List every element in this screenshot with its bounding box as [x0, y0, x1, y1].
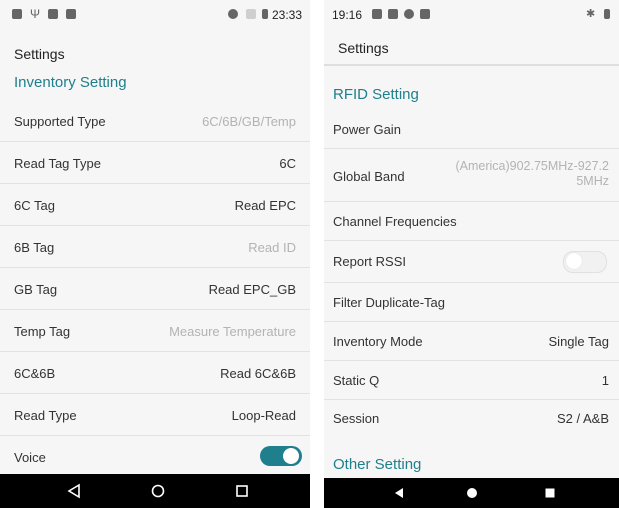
row-label: Session — [333, 411, 380, 426]
home-button[interactable] — [452, 478, 492, 508]
battery-icon — [262, 9, 268, 19]
row-label: Channel Frequencies — [333, 214, 457, 229]
status-time: 19:16 — [332, 8, 363, 22]
row-power-gain[interactable]: Power Gain — [324, 110, 619, 149]
divider — [324, 65, 619, 66]
row-supported-type[interactable]: Supported Type 6C/6B/GB/Temp — [0, 100, 310, 142]
recents-button[interactable] — [530, 478, 570, 508]
back-icon — [67, 483, 80, 499]
row-value: Read ID — [248, 240, 296, 255]
section-rfid-setting: RFID Setting — [333, 86, 419, 103]
report-rssi-toggle[interactable] — [563, 251, 607, 273]
row-label: Voice — [14, 450, 46, 465]
back-button[interactable] — [54, 474, 94, 508]
row-temp-tag[interactable]: Temp Tag Measure Temperature — [0, 310, 310, 352]
row-label: Read Tag Type — [14, 156, 101, 171]
status-time: 23:33 — [272, 8, 303, 22]
recents-icon — [236, 485, 248, 497]
row-6c-6b[interactable]: 6C&6B Read 6C&6B — [0, 352, 310, 394]
row-read-tag-type[interactable]: Read Tag Type 6C — [0, 142, 310, 184]
row-value: Single Tag — [548, 334, 609, 349]
row-label: Filter Duplicate-Tag — [333, 295, 445, 310]
nav-bar — [0, 474, 310, 508]
row-channel-frequencies[interactable]: Channel Frequencies — [324, 202, 619, 241]
left-screen: Ψ 23:33 Settings Inventory Setting Suppo… — [0, 0, 310, 508]
page-title: Settings — [338, 40, 389, 56]
row-value: Loop-Read — [231, 408, 296, 423]
home-icon — [467, 488, 477, 498]
row-label: Power Gain — [333, 122, 401, 137]
row-inventory-mode[interactable]: Inventory Mode Single Tag — [324, 322, 619, 361]
row-label: 6C&6B — [14, 366, 56, 381]
row-gb-tag[interactable]: GB Tag Read EPC_GB — [0, 268, 310, 310]
row-label: 6C Tag — [14, 198, 55, 213]
row-value: (America)902.75MHz-927.2 5MHz — [455, 159, 609, 188]
row-value: Read EPC_GB — [208, 282, 296, 297]
right-screen: 19:16 ✱ Settings RFID Setting Power Gain… — [324, 0, 619, 508]
row-voice: Voice — [0, 436, 310, 474]
row-value: 6C — [279, 156, 296, 171]
status-bar: 19:16 ✱ — [324, 0, 619, 30]
row-6b-tag[interactable]: 6B Tag Read ID — [0, 226, 310, 268]
usb-icon: Ψ — [30, 7, 41, 21]
row-label: Report RSSI — [333, 254, 406, 269]
image-icon — [372, 9, 382, 19]
row-label: Read Type — [14, 408, 77, 423]
row-read-type[interactable]: Read Type Loop-Read — [0, 394, 310, 436]
sync-icon — [404, 9, 414, 19]
back-icon — [395, 488, 403, 498]
voice-toggle[interactable] — [260, 446, 302, 466]
back-button[interactable] — [379, 478, 419, 508]
dnd-icon — [228, 9, 238, 19]
notification-icon — [420, 9, 430, 19]
row-label: GB Tag — [14, 282, 58, 297]
section-other-setting: Other Setting — [333, 456, 422, 473]
row-value: Read 6C&6B — [220, 366, 296, 381]
row-6c-tag[interactable]: 6C Tag Read EPC — [0, 184, 310, 226]
image-icon — [12, 9, 22, 19]
recents-button[interactable] — [222, 474, 262, 508]
row-label: Temp Tag — [14, 324, 71, 339]
row-report-rssi: Report RSSI — [324, 241, 619, 283]
home-button[interactable] — [138, 474, 178, 508]
row-value: 1 — [601, 373, 609, 388]
recents-icon — [545, 488, 555, 498]
row-session[interactable]: Session S2 / A&B — [324, 400, 619, 438]
lock-icon — [48, 9, 58, 19]
no-signal-icon — [246, 9, 256, 19]
app-bar: Settings — [0, 38, 310, 70]
app-bar: Settings — [324, 32, 619, 65]
row-filter-duplicate-tag[interactable]: Filter Duplicate-Tag — [324, 283, 619, 322]
android-icon — [66, 9, 76, 19]
page-title: Settings — [14, 46, 65, 62]
row-value: 6C/6B/GB/Temp — [202, 114, 296, 129]
home-icon — [151, 484, 165, 498]
row-value: Measure Temperature — [169, 324, 296, 339]
section-inventory-setting: Inventory Setting — [14, 74, 127, 91]
row-label: 6B Tag — [14, 240, 55, 255]
row-label: Inventory Mode — [333, 334, 423, 349]
bluetooth-icon: ✱ — [586, 8, 596, 20]
row-label: Supported Type — [14, 114, 106, 129]
row-label: Static Q — [333, 373, 380, 388]
row-global-band[interactable]: Global Band (America)902.75MHz-927.2 5MH… — [324, 149, 619, 202]
battery-icon — [604, 9, 610, 19]
status-bar: Ψ 23:33 — [0, 0, 310, 30]
row-value: S2 / A&B — [556, 411, 609, 426]
nav-bar — [324, 478, 619, 508]
row-static-q[interactable]: Static Q 1 — [324, 361, 619, 400]
lock-icon — [388, 9, 398, 19]
row-value: Read EPC — [234, 198, 296, 213]
row-label: Global Band — [333, 169, 405, 184]
